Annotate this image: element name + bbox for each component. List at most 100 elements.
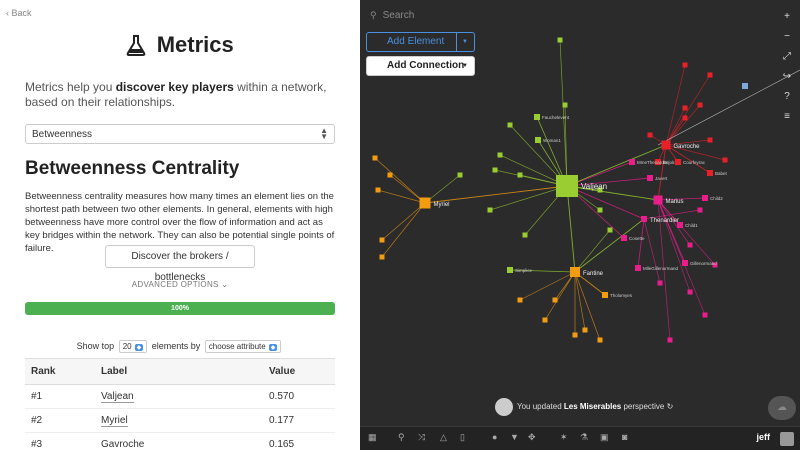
layout-icon[interactable]: ✶ bbox=[560, 432, 568, 443]
graph-node[interactable] bbox=[507, 122, 513, 128]
graph-node[interactable] bbox=[517, 172, 523, 178]
graph-node-cosette[interactable] bbox=[621, 235, 627, 241]
add-element-button[interactable]: Add Element ▼ bbox=[366, 32, 475, 52]
graph-node-gillenormand[interactable] bbox=[682, 260, 688, 266]
zoom-out-icon[interactable]: − bbox=[780, 30, 794, 50]
fit-icon[interactable]: ⤢ bbox=[780, 50, 794, 70]
graph-node[interactable] bbox=[379, 254, 385, 260]
graph-node[interactable] bbox=[657, 280, 663, 286]
graph-node[interactable] bbox=[487, 207, 493, 213]
graph-node[interactable] bbox=[697, 102, 703, 108]
graph-node[interactable] bbox=[517, 297, 523, 303]
graph-node[interactable] bbox=[697, 207, 703, 213]
graph-node[interactable] bbox=[687, 242, 693, 248]
graph-node[interactable] bbox=[497, 152, 503, 158]
back-link[interactable]: ‹ Back bbox=[6, 8, 32, 18]
graph-node[interactable] bbox=[682, 62, 688, 68]
col-value: Value bbox=[263, 358, 335, 385]
settings-icon[interactable]: ≡ bbox=[780, 110, 794, 130]
graph-node[interactable] bbox=[707, 72, 713, 78]
user-avatar[interactable] bbox=[780, 432, 794, 446]
progress-bar: 100% bbox=[25, 302, 335, 315]
trash-icon[interactable]: ▯ bbox=[460, 432, 465, 443]
graph-node[interactable] bbox=[379, 237, 385, 243]
graph-node[interactable] bbox=[457, 172, 463, 178]
graph-node[interactable] bbox=[552, 297, 558, 303]
graph-node-myriel[interactable] bbox=[419, 197, 431, 209]
advanced-options-toggle[interactable]: ADVANCED OPTIONS ⌄ bbox=[0, 280, 360, 289]
graph-node[interactable] bbox=[702, 312, 708, 318]
graph-node-simplice[interactable] bbox=[507, 267, 513, 273]
add-connection-button[interactable]: Add Connection ▼ bbox=[366, 56, 475, 76]
graph-node[interactable] bbox=[387, 172, 393, 178]
graph-node[interactable] bbox=[647, 132, 653, 138]
graph-canvas[interactable]: Javert Enjolras Cosette Tholomyes MmeThenard… bbox=[360, 0, 800, 450]
graph-node-babet[interactable] bbox=[707, 170, 713, 176]
node-label: Tholomyes bbox=[610, 293, 633, 298]
graph-node-child2[interactable] bbox=[702, 195, 708, 201]
graph-node[interactable] bbox=[607, 227, 613, 233]
metrics-flask-icon[interactable]: ⚗ bbox=[580, 432, 588, 443]
graph-node[interactable] bbox=[492, 167, 498, 173]
graph-node[interactable] bbox=[597, 337, 603, 343]
bottom-toolbar: ▦ ⚲ ⤨ △ ▯ ● ▼ ✥ ✶ ⚗ ▣ ◙ jeff bbox=[360, 426, 800, 450]
metric-select-value: Betweenness bbox=[32, 129, 93, 140]
graph-node[interactable] bbox=[522, 232, 528, 238]
graph-node-javert[interactable] bbox=[647, 175, 653, 181]
graph-node-tholomyes[interactable] bbox=[602, 292, 608, 298]
pin-icon[interactable]: ⚲ bbox=[398, 432, 405, 443]
attribute-select[interactable]: choose attribute ◆ bbox=[204, 340, 282, 353]
top-count-select[interactable]: 20 ◆ bbox=[118, 340, 148, 353]
search-bar[interactable]: ⚲ Search bbox=[370, 10, 414, 21]
graph-node-fauchelevent[interactable] bbox=[534, 114, 540, 120]
graph-node[interactable] bbox=[682, 105, 688, 111]
graph-node-mlle_gillenormand[interactable] bbox=[635, 265, 641, 271]
warning-icon[interactable]: △ bbox=[440, 432, 447, 443]
share-icon[interactable]: ↪ bbox=[780, 70, 794, 90]
graph-node[interactable] bbox=[682, 115, 688, 121]
graph-node[interactable] bbox=[372, 155, 378, 161]
filter-icon[interactable]: ▼ bbox=[510, 432, 519, 442]
graph-node-gavroche[interactable] bbox=[661, 140, 671, 150]
graph-node[interactable] bbox=[572, 332, 578, 338]
graph-node[interactable] bbox=[742, 83, 748, 89]
graph-node-mme_thenardier[interactable] bbox=[629, 159, 635, 165]
table-row[interactable]: #1 Valjean 0.570 bbox=[25, 384, 335, 409]
search-input[interactable]: Search bbox=[383, 10, 415, 21]
shuffle-icon[interactable]: ⤨ bbox=[418, 432, 425, 443]
graph-node-thenardier[interactable] bbox=[641, 216, 647, 222]
graph-node[interactable] bbox=[667, 337, 673, 343]
graph-edge bbox=[665, 74, 711, 146]
node-label: Javert bbox=[655, 176, 668, 181]
graph-node[interactable] bbox=[707, 137, 713, 143]
graph-edge bbox=[574, 218, 645, 273]
graph-node-fantine[interactable] bbox=[570, 267, 580, 277]
graph-node-marius[interactable] bbox=[653, 195, 663, 205]
table-row[interactable]: #3 Gavroche 0.165 bbox=[25, 432, 335, 450]
graph-node[interactable] bbox=[542, 317, 548, 323]
graph-node[interactable] bbox=[597, 207, 603, 213]
camera-icon[interactable]: ◙ bbox=[622, 432, 627, 442]
cloud-save-icon[interactable]: ☁ bbox=[768, 396, 796, 420]
graph-node[interactable] bbox=[562, 102, 568, 108]
help-icon[interactable]: ? bbox=[780, 90, 794, 110]
graph-node[interactable] bbox=[557, 37, 563, 43]
caret-down-icon[interactable]: ▼ bbox=[456, 33, 468, 51]
zoom-in-icon[interactable]: + bbox=[780, 10, 794, 30]
color-icon[interactable]: ● bbox=[492, 432, 497, 442]
table-row[interactable]: #2 Myriel 0.177 bbox=[25, 408, 335, 433]
metric-select[interactable]: Betweenness ▲ ▼ bbox=[25, 124, 335, 144]
graph-node-valjean[interactable] bbox=[556, 175, 578, 197]
focus-icon[interactable]: ✥ bbox=[528, 432, 536, 443]
graph-node-woman1[interactable] bbox=[535, 137, 541, 143]
graph-node[interactable] bbox=[687, 289, 693, 295]
grid-icon[interactable]: ▦ bbox=[368, 432, 377, 443]
graph-node[interactable] bbox=[375, 187, 381, 193]
discover-button[interactable]: Discover the brokers / bottlenecks bbox=[105, 245, 255, 283]
graph-node[interactable] bbox=[722, 157, 728, 163]
caret-down-icon[interactable]: ▼ bbox=[462, 57, 468, 75]
graph-node-courfeyrac[interactable] bbox=[675, 159, 681, 165]
node-label: Gavroche bbox=[674, 144, 701, 150]
frame-icon[interactable]: ▣ bbox=[600, 432, 609, 443]
graph-node[interactable] bbox=[582, 327, 588, 333]
